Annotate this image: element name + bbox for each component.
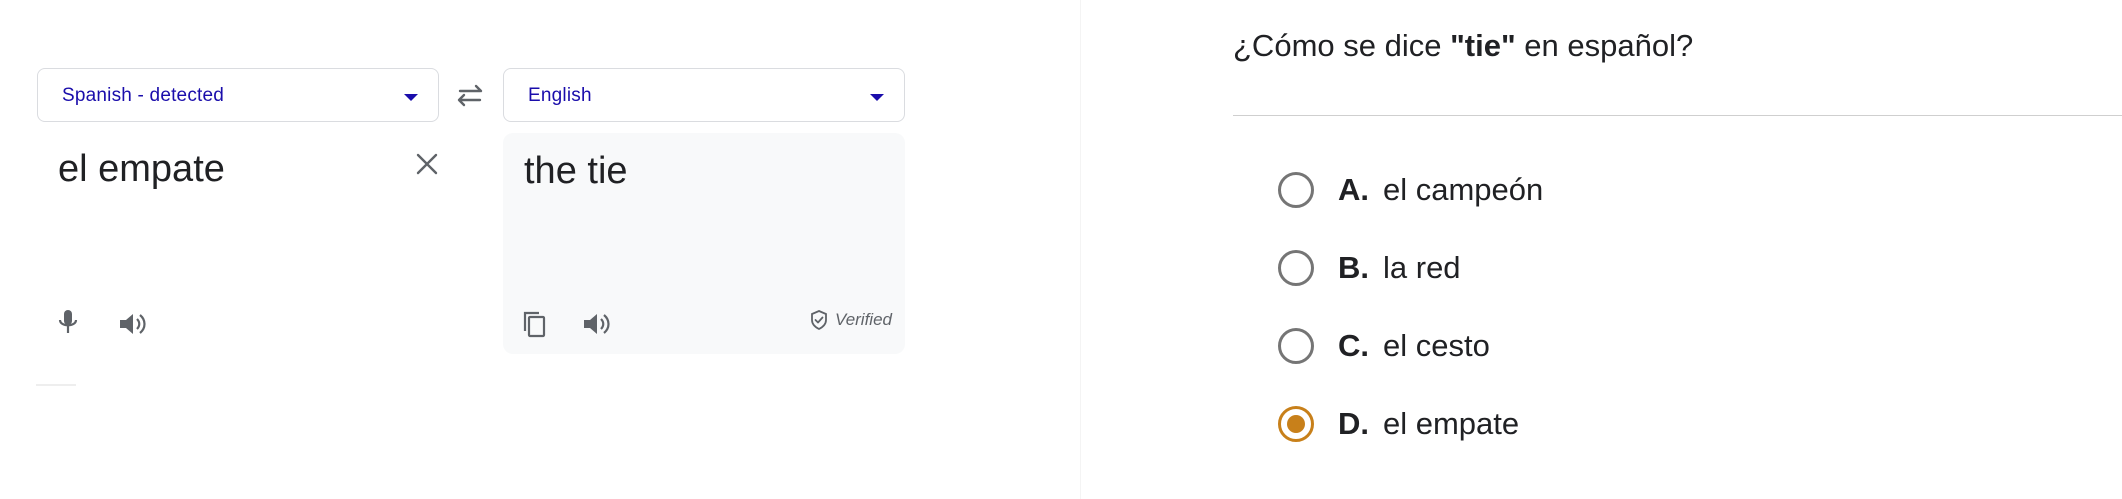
verified-badge: Verified <box>809 308 892 332</box>
close-icon <box>416 153 438 175</box>
swap-icon <box>457 84 483 107</box>
option-text: el cesto <box>1383 328 1490 363</box>
question-divider <box>1233 115 2122 116</box>
question-suffix: en español? <box>1515 28 1694 63</box>
radio-button-d-selected[interactable] <box>1278 406 1314 442</box>
translation-output-panel: the tie Verified <box>503 133 905 354</box>
option-letter: D. <box>1338 406 1369 441</box>
answer-option-a[interactable]: A. el campeón <box>1278 166 1543 214</box>
copy-translation-button[interactable] <box>518 307 552 341</box>
chevron-down-icon <box>870 94 884 101</box>
source-language-select[interactable]: Spanish - detected <box>37 68 439 122</box>
panel-divider <box>1080 0 1081 499</box>
source-text-input[interactable]: el empate <box>58 148 225 191</box>
microphone-button[interactable] <box>51 305 85 339</box>
chevron-down-icon <box>404 94 418 101</box>
option-text: el empate <box>1383 406 1520 441</box>
radio-button-a[interactable] <box>1278 172 1314 208</box>
faint-mark <box>36 384 76 386</box>
option-letter: B. <box>1338 250 1369 285</box>
radio-button-b[interactable] <box>1278 250 1314 286</box>
speaker-icon <box>584 314 610 334</box>
option-text: el campeón <box>1383 172 1544 207</box>
option-letter: A. <box>1338 172 1369 207</box>
question-term: "tie" <box>1450 28 1516 63</box>
target-language-label: English <box>528 85 592 106</box>
verified-shield-icon <box>811 310 827 331</box>
screen: Spanish - detected English el empate the… <box>0 0 2122 499</box>
radio-button-c[interactable] <box>1278 328 1314 364</box>
clear-source-button[interactable] <box>412 149 442 179</box>
verified-label: Verified <box>834 310 892 329</box>
answer-option-b[interactable]: B. la red <box>1278 244 1461 292</box>
answer-option-d[interactable]: D. el empate <box>1278 400 1519 448</box>
translated-text: the tie <box>524 150 628 192</box>
speaker-icon <box>120 314 146 334</box>
microphone-icon <box>58 310 78 333</box>
quiz-question: ¿Cómo se dice "tie" en español? <box>1233 28 1693 64</box>
question-prefix: ¿Cómo se dice <box>1233 28 1451 63</box>
copy-icon <box>523 311 546 338</box>
source-listen-button[interactable] <box>115 307 149 341</box>
option-text: la red <box>1383 250 1461 285</box>
answer-option-c[interactable]: C. el cesto <box>1278 322 1490 370</box>
target-language-select[interactable]: English <box>503 68 905 122</box>
swap-languages-button[interactable] <box>452 80 488 110</box>
radio-selected-dot <box>1287 415 1305 433</box>
target-listen-button[interactable] <box>579 307 613 341</box>
option-letter: C. <box>1338 328 1369 363</box>
source-language-label: Spanish - detected <box>62 85 225 106</box>
